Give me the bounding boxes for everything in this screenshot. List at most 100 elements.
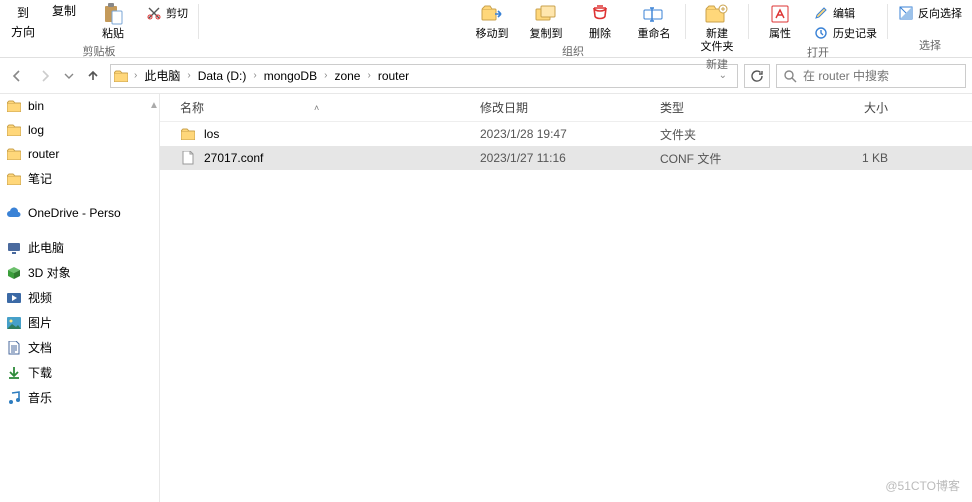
- cut-label: 剪切: [166, 5, 188, 21]
- ribbon-group-open: 属性 编辑 历史记录 打开: [749, 0, 887, 57]
- nav-item-label: 此电脑: [28, 239, 64, 256]
- nav-item-label: 视频: [28, 289, 52, 306]
- search-input[interactable]: [803, 69, 959, 83]
- file-modified: 2023/1/27 11:16: [480, 151, 660, 165]
- column-type[interactable]: 类型: [660, 99, 810, 116]
- folder-icon: [6, 171, 22, 187]
- move-to-button[interactable]: 移动到: [467, 2, 517, 41]
- breadcrumb-item[interactable]: router: [376, 69, 411, 83]
- cut-button[interactable]: 剪切: [142, 4, 192, 22]
- copy-to-icon: [534, 2, 558, 26]
- properties-button[interactable]: 属性: [755, 2, 805, 41]
- ribbon-group-new: 新建 文件夹 新建: [686, 0, 748, 57]
- scroll-up-icon[interactable]: ▲: [149, 100, 157, 111]
- doc-icon: [6, 340, 22, 356]
- nav-item[interactable]: 文档: [0, 335, 159, 360]
- file-type: 文件夹: [660, 126, 810, 143]
- new-folder-icon: [705, 2, 729, 26]
- cut-icon: [146, 5, 162, 21]
- file-type: CONF 文件: [660, 150, 810, 167]
- nav-item[interactable]: log: [0, 118, 159, 142]
- sort-indicator-icon: ˄: [314, 103, 319, 113]
- chevron-right-icon[interactable]: ›: [321, 70, 330, 81]
- rename-icon: [642, 2, 666, 26]
- new-folder-button[interactable]: 新建 文件夹: [692, 2, 742, 54]
- breadcrumb-item[interactable]: mongoDB: [262, 69, 319, 83]
- delete-label: 删除: [589, 28, 611, 41]
- music-icon: [6, 390, 22, 406]
- download-icon: [6, 365, 22, 381]
- paste-button[interactable]: 粘贴: [88, 2, 138, 41]
- nav-item-label: OneDrive - Perso: [28, 206, 121, 220]
- copy-trailing-label: 到: [17, 4, 29, 21]
- paste-label: 粘贴: [102, 28, 124, 41]
- nav-item-label: 笔记: [28, 170, 52, 187]
- partial-copy-block: 到 方向: [6, 2, 40, 40]
- file-size: 1 KB: [810, 151, 900, 165]
- nav-item[interactable]: 3D 对象: [0, 260, 159, 285]
- forward-button[interactable]: [34, 65, 56, 87]
- folder-icon: [6, 98, 22, 114]
- up-button[interactable]: [82, 65, 104, 87]
- chevron-right-icon[interactable]: ›: [184, 70, 193, 81]
- file-list: 名称˄ 修改日期 类型 大小 los2023/1/28 19:47文件夹2701…: [160, 94, 972, 502]
- refresh-button[interactable]: [744, 64, 770, 88]
- ribbon-group-organize: 移动到 复制到 删除 重命名 组织: [461, 0, 685, 57]
- file-row[interactable]: 27017.conf2023/1/27 11:16CONF 文件1 KB: [160, 146, 972, 170]
- ribbon-group-select-label: 选择: [919, 35, 941, 57]
- nav-item[interactable]: bin: [0, 94, 159, 118]
- nav-item-label: bin: [28, 99, 44, 113]
- chevron-right-icon[interactable]: ›: [250, 70, 259, 81]
- invert-selection-icon: [898, 5, 914, 21]
- nav-item-label: log: [28, 123, 44, 137]
- main: ▲ bin log router 笔记 OneDrive - Perso 此电脑 3D 对象…: [0, 94, 972, 502]
- copy-button[interactable]: 复制: [44, 2, 84, 19]
- breadcrumb-item[interactable]: 此电脑: [142, 67, 182, 84]
- cloud-icon: [6, 205, 22, 221]
- file-name: 27017.conf: [204, 151, 480, 165]
- nav-item[interactable]: router: [0, 142, 159, 166]
- breadcrumb-item[interactable]: zone: [332, 69, 362, 83]
- nav-item[interactable]: 图片: [0, 310, 159, 335]
- chevron-right-icon[interactable]: ›: [131, 70, 140, 81]
- nav-pane: ▲ bin log router 笔记 OneDrive - Perso 此电脑 3D 对象…: [0, 94, 160, 502]
- history-label: 历史记录: [833, 25, 877, 41]
- file-row[interactable]: los2023/1/28 19:47文件夹: [160, 122, 972, 146]
- nav-item-label: 音乐: [28, 389, 52, 406]
- folder-icon: [180, 126, 196, 142]
- ribbon-group-clipboard-label: 剪贴板: [83, 41, 116, 63]
- file-modified: 2023/1/28 19:47: [480, 127, 660, 141]
- ribbon-group-open-label: 打开: [807, 42, 829, 64]
- column-name[interactable]: 名称˄: [180, 99, 480, 116]
- rename-button[interactable]: 重命名: [629, 2, 679, 41]
- delete-button[interactable]: 删除: [575, 2, 625, 41]
- nav-item[interactable]: OneDrive - Perso: [0, 201, 159, 225]
- nav-item[interactable]: 笔记: [0, 166, 159, 191]
- delete-icon: [588, 2, 612, 26]
- breadcrumb-item[interactable]: Data (D:): [196, 69, 249, 83]
- cube-icon: [6, 265, 22, 281]
- invert-selection-button[interactable]: 反向选择: [894, 4, 966, 22]
- ribbon-group-new-label: 新建: [706, 54, 728, 76]
- nav-item[interactable]: 此电脑: [0, 235, 159, 260]
- move-to-icon: [480, 2, 504, 26]
- ribbon-group-organize-label: 组织: [562, 41, 584, 63]
- chevron-right-icon[interactable]: ›: [364, 70, 373, 81]
- ribbon-group-clipboard: 到 方向 复制 粘贴 剪切 剪贴板: [0, 0, 198, 57]
- picture-icon: [6, 315, 22, 331]
- column-size[interactable]: 大小: [810, 99, 900, 116]
- nav-item[interactable]: 视频: [0, 285, 159, 310]
- breadcrumb[interactable]: › 此电脑 › Data (D:) › mongoDB › zone › rou…: [110, 64, 738, 88]
- nav-item[interactable]: 下载: [0, 360, 159, 385]
- back-button[interactable]: [6, 65, 28, 87]
- search-box[interactable]: [776, 64, 966, 88]
- pc-icon: [6, 240, 22, 256]
- nav-item[interactable]: 音乐: [0, 385, 159, 410]
- column-modified[interactable]: 修改日期: [480, 99, 660, 116]
- edit-label: 编辑: [833, 5, 855, 21]
- new-folder-label: 新建 文件夹: [701, 28, 734, 54]
- edit-button[interactable]: 编辑: [809, 4, 881, 22]
- copy-to-button[interactable]: 复制到: [521, 2, 571, 41]
- recent-button[interactable]: [62, 65, 76, 87]
- history-button[interactable]: 历史记录: [809, 24, 881, 42]
